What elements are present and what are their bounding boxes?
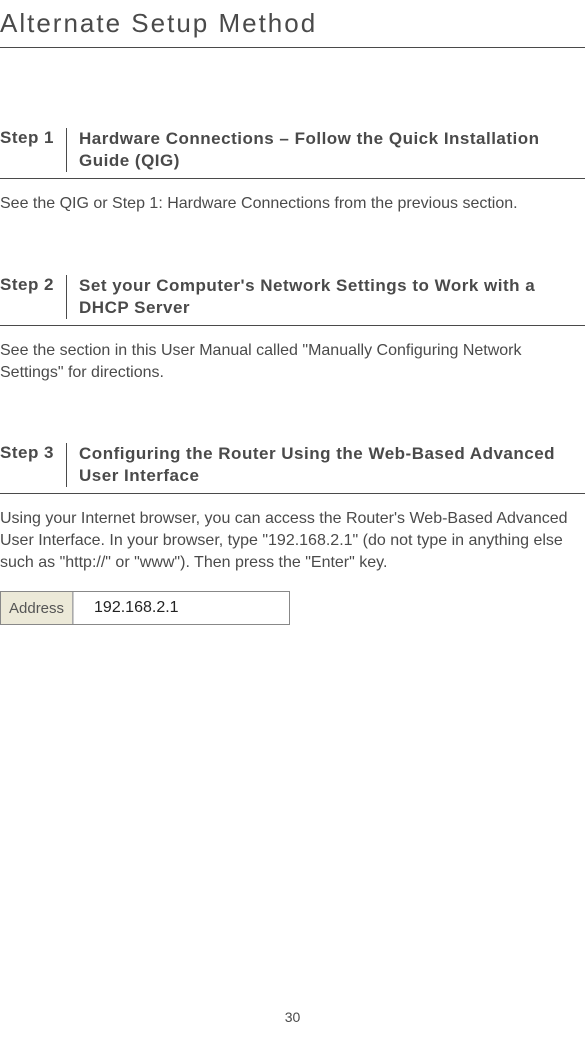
step-1-label: Step 1 [0, 128, 67, 172]
step-1-body: See the QIG or Step 1: Hardware Connecti… [0, 193, 585, 215]
step-1: Step 1 Hardware Connections – Follow the… [0, 128, 585, 215]
step-2-body: See the section in this User Manual call… [0, 340, 585, 383]
step-3-title: Configuring the Router Using the Web-Bas… [67, 443, 585, 487]
step-2-label: Step 2 [0, 275, 67, 319]
step-3: Step 3 Configuring the Router Using the … [0, 443, 585, 625]
step-2: Step 2 Set your Computer's Network Setti… [0, 275, 585, 383]
step-2-title: Set your Computer's Network Settings to … [67, 275, 585, 319]
address-bar: Address 192.168.2.1 [0, 591, 290, 625]
step-1-header: Step 1 Hardware Connections – Follow the… [0, 128, 585, 179]
page-number: 30 [0, 1009, 585, 1025]
page-title: Alternate Setup Method [0, 0, 585, 48]
step-3-body: Using your Internet browser, you can acc… [0, 508, 585, 573]
step-1-title: Hardware Connections – Follow the Quick … [67, 128, 585, 172]
step-3-label: Step 3 [0, 443, 67, 487]
address-bar-value[interactable]: 192.168.2.1 [73, 592, 289, 624]
step-3-header: Step 3 Configuring the Router Using the … [0, 443, 585, 494]
address-bar-label: Address [1, 592, 73, 624]
step-2-header: Step 2 Set your Computer's Network Setti… [0, 275, 585, 326]
